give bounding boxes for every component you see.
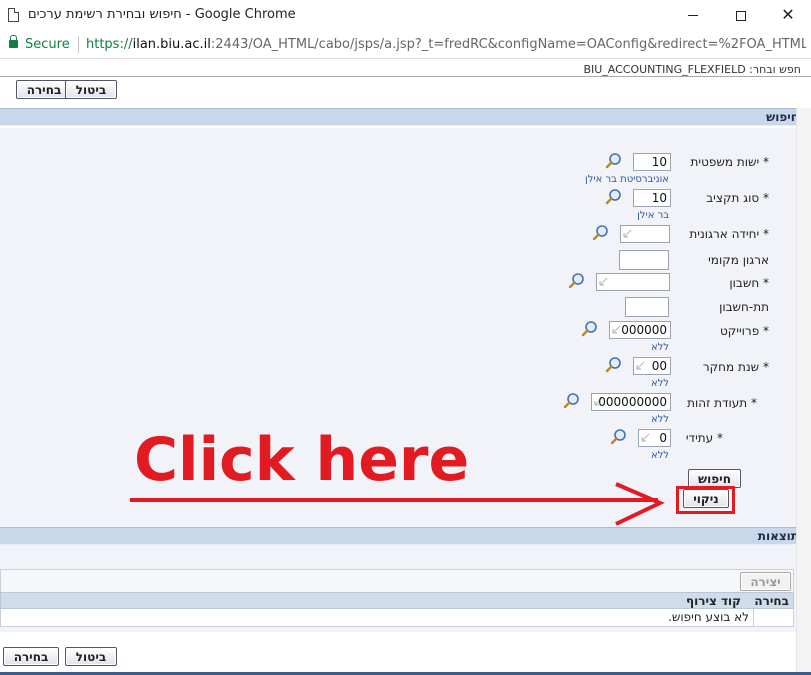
lov-arrow-icon — [636, 361, 645, 370]
id-number-description: ללא — [650, 414, 669, 425]
search-lov-icon[interactable] — [605, 152, 623, 170]
page-content: חפש ובחר: BIU_ACCOUNTING_FLEXFIELD בחירה… — [0, 60, 811, 675]
url-path: :2443/OA_HTML/cabo/jsps/a.jsp?_t=fredRC&… — [210, 37, 806, 52]
results-section-title: תוצאות — [757, 529, 799, 543]
org-unit-input[interactable] — [620, 225, 670, 243]
field-label-project: * פרוייקט — [719, 324, 769, 338]
sub-account-input[interactable] — [625, 297, 669, 317]
field-label-org-unit: * יחידה ארגונית — [689, 227, 769, 241]
column-header-combination-code: קוד צירוף — [686, 594, 741, 608]
budget-type-description: בר אילן — [637, 210, 669, 221]
research-year-input[interactable]: 00 — [633, 357, 671, 375]
results-table-header: בחירה קוד צירוף — [0, 592, 794, 609]
url-text[interactable]: https://ilan.biu.ac.il:2443/OA_HTML/cabo… — [86, 37, 806, 52]
future-description: ללא — [650, 450, 669, 461]
id-number-input[interactable]: 000000000 — [591, 393, 671, 411]
search-section-title: חיפוש — [766, 110, 799, 124]
lock-icon — [9, 35, 18, 48]
column-divider — [753, 609, 754, 626]
search-lov-icon[interactable] — [568, 272, 586, 290]
cancel-button-top[interactable]: ביטול — [65, 80, 117, 99]
research-year-value: 00 — [651, 359, 667, 373]
search-lov-icon[interactable] — [605, 188, 623, 206]
lov-arrow-icon — [599, 277, 608, 286]
field-label-id-number: * תעודת זהות — [687, 396, 757, 410]
select-button-bottom[interactable]: בחירה — [3, 647, 59, 666]
url-host: ilan.biu.ac.il — [132, 37, 211, 52]
annotation-arrow-icon — [130, 482, 665, 526]
search-section-header: חיפוש — [0, 108, 811, 126]
select-button-top[interactable]: בחירה — [16, 80, 72, 99]
secure-label: Secure — [25, 37, 70, 52]
lov-arrow-icon — [623, 229, 632, 238]
project-description: ללא — [650, 342, 669, 353]
window-title: חיפוש ובחירת רשימת ערכים - Google Chrome — [28, 7, 296, 22]
future-value: 0 — [659, 431, 667, 445]
divider — [0, 76, 811, 77]
search-lov-icon[interactable] — [563, 392, 581, 410]
budget-type-input[interactable]: 10 — [633, 189, 671, 207]
id-number-value: 000000000 — [598, 395, 667, 409]
no-search-message: לא בוצע חיפוש. — [668, 610, 749, 624]
field-label-local-org: ארגון מקומי — [708, 253, 769, 267]
research-year-description: ללא — [650, 378, 669, 389]
legal-entity-description: אוניברסיטת בר אילן — [585, 174, 669, 185]
field-label-research-year: * שנת מחקר — [702, 360, 769, 374]
local-org-input[interactable] — [619, 250, 669, 270]
legal-entity-value: 10 — [651, 155, 667, 169]
field-label-account: * חשבון — [729, 276, 769, 290]
legal-entity-input[interactable]: 10 — [633, 153, 671, 171]
search-lov-icon[interactable] — [581, 320, 599, 338]
vertical-scrollbar[interactable] — [796, 108, 811, 675]
cancel-button-bottom[interactable]: ביטול — [65, 647, 117, 666]
results-toolbar — [0, 569, 794, 592]
search-lov-icon[interactable] — [605, 356, 623, 374]
budget-type-value: 10 — [651, 191, 667, 205]
page-icon — [8, 8, 19, 22]
field-label-sub-account: תת-חשבון — [719, 300, 769, 314]
account-input[interactable] — [596, 273, 670, 291]
maximize-icon[interactable] — [718, 0, 764, 30]
create-button[interactable]: יצירה — [740, 572, 791, 591]
minimize-icon[interactable] — [670, 0, 716, 30]
address-separator — [78, 36, 79, 53]
column-header-select: בחירה — [754, 594, 789, 608]
window-titlebar: חיפוש ובחירת רשימת ערכים - Google Chrome… — [0, 0, 811, 30]
project-value: 000000 — [621, 323, 667, 337]
table-row: לא בוצע חיפוש. — [0, 609, 794, 627]
field-label-legal-entity: * ישות משפטית — [690, 155, 769, 169]
field-label-future: * עתידי — [685, 431, 723, 445]
address-bar[interactable]: Secure https://ilan.biu.ac.il:2443/OA_HT… — [0, 30, 811, 59]
lov-arrow-icon — [612, 325, 621, 334]
project-input[interactable]: 000000 — [609, 321, 671, 339]
lov-arrow-icon — [641, 433, 650, 442]
close-icon[interactable]: ✕ — [765, 0, 811, 30]
breadcrumb: חפש ובחר: BIU_ACCOUNTING_FLEXFIELD — [583, 63, 801, 76]
url-scheme: https:// — [86, 37, 133, 52]
search-lov-icon[interactable] — [610, 428, 628, 446]
future-input[interactable]: 0 — [638, 429, 671, 447]
results-section-header: תוצאות — [0, 527, 811, 545]
annotation-highlight-box — [676, 486, 735, 514]
field-label-budget-type: * סוג תקציב — [706, 191, 769, 205]
search-lov-icon[interactable] — [592, 224, 610, 242]
